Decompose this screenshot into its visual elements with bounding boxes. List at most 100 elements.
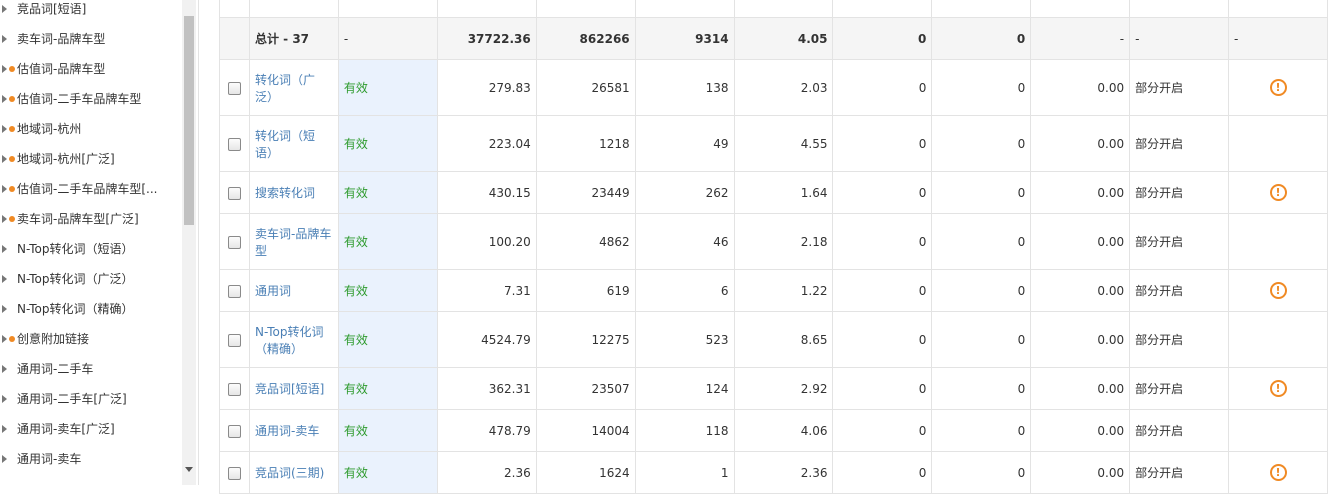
row-status: 有效 xyxy=(337,59,438,116)
row-checkbox-cell[interactable] xyxy=(219,171,250,214)
tree-item[interactable]: 估值词-二手车品牌车型[... xyxy=(0,174,182,204)
row-v5: 0 xyxy=(832,213,933,270)
row-checkbox-cell[interactable] xyxy=(219,213,250,270)
row-name-link[interactable]: 竞品词(三期) xyxy=(248,451,339,494)
expand-caret-icon[interactable] xyxy=(2,335,7,343)
checkbox-icon[interactable] xyxy=(227,466,241,480)
tree-item[interactable]: 地域词-杭州 xyxy=(0,114,182,144)
tree-item-label: 地域词-杭州[广泛] xyxy=(17,152,115,166)
row-v1: 4524.79 xyxy=(436,311,537,368)
checkbox-icon[interactable] xyxy=(227,186,241,200)
expand-caret-icon[interactable] xyxy=(2,215,7,223)
total-v6: 0 xyxy=(931,17,1032,60)
expand-caret-icon[interactable] xyxy=(2,245,7,253)
row-v1: 223.04 xyxy=(436,115,537,172)
expand-caret-icon[interactable] xyxy=(2,305,7,313)
warning-circle-icon[interactable]: ! xyxy=(1269,184,1287,201)
row-warning-cell: ! xyxy=(1228,451,1328,494)
tree-item[interactable]: 估值词-品牌车型 xyxy=(0,54,182,84)
row-checkbox-cell[interactable] xyxy=(219,451,250,494)
tree-item[interactable]: 竞品词[短语] xyxy=(0,0,182,24)
tree-item[interactable]: 通用词-二手车 xyxy=(0,354,182,384)
row-checkbox-cell[interactable] xyxy=(219,311,250,368)
row-name-link[interactable]: N-Top转化词（精确） xyxy=(248,311,339,368)
tree-item[interactable]: 通用词-二手车[广泛] xyxy=(0,384,182,414)
expand-caret-icon[interactable] xyxy=(2,125,7,133)
expand-caret-icon[interactable] xyxy=(2,275,7,283)
row-v8: 部分开启 xyxy=(1129,311,1229,368)
total-v5: 0 xyxy=(832,17,933,60)
row-name-link[interactable]: 转化词（短语） xyxy=(248,115,339,172)
tree-item-label: 卖车词-品牌车型[广泛] xyxy=(17,212,139,226)
expand-caret-icon[interactable] xyxy=(2,5,7,13)
checkbox-icon[interactable] xyxy=(227,424,241,438)
checkbox-icon[interactable] xyxy=(227,382,241,396)
tree-item-label: N-Top转化词（广泛） xyxy=(17,272,134,286)
tree-item[interactable]: 通用词-卖车[广泛] xyxy=(0,414,182,444)
expand-caret-icon[interactable] xyxy=(2,65,7,73)
row-name-link[interactable]: 竞品词[短语] xyxy=(248,367,339,410)
tree-item[interactable]: 卖车词-品牌车型[广泛] xyxy=(0,204,182,234)
row-v8: 部分开启 xyxy=(1129,213,1229,270)
tree-item-label: 通用词-二手车 xyxy=(17,362,94,376)
checkbox-icon[interactable] xyxy=(227,333,241,347)
checkbox-icon[interactable] xyxy=(227,81,241,95)
row-checkbox-cell[interactable] xyxy=(219,59,250,116)
row-status: 有效 xyxy=(337,171,438,214)
expand-caret-icon[interactable] xyxy=(2,95,7,103)
row-name-link[interactable]: 转化词（广泛） xyxy=(248,59,339,116)
warning-circle-icon[interactable]: ! xyxy=(1269,464,1287,481)
row-v2: 1218 xyxy=(535,115,636,172)
row-v4: 2.36 xyxy=(733,451,834,494)
tree-item[interactable]: N-Top转化词（短语） xyxy=(0,234,182,264)
tree-item-label: 通用词-二手车[广泛] xyxy=(17,392,127,406)
tree-item[interactable]: 估值词-二手车品牌车型 xyxy=(0,84,182,114)
row-name-link[interactable]: 卖车词-品牌车型 xyxy=(248,213,339,270)
table-row: 竞品词[短语] 有效 362.31 23507 124 2.92 0 0 0.00 部分开启! xyxy=(219,367,1328,410)
checkbox-icon[interactable] xyxy=(227,284,241,298)
row-v2: 4862 xyxy=(535,213,636,270)
expand-caret-icon[interactable] xyxy=(2,155,7,163)
row-name-link[interactable]: 通用词-卖车 xyxy=(248,409,339,452)
row-v1: 279.83 xyxy=(436,59,537,116)
checkbox-icon[interactable] xyxy=(227,235,241,249)
row-checkbox-cell[interactable] xyxy=(219,115,250,172)
tree-item[interactable]: 创意附加链接 xyxy=(0,324,182,354)
row-v5: 0 xyxy=(832,367,933,410)
table-row: 通用词-卖车 有效 478.79 14004 118 4.06 0 0 0.00 部分开启 xyxy=(219,409,1328,452)
total-v9: - xyxy=(1228,17,1328,60)
warning-circle-icon[interactable]: ! xyxy=(1269,380,1287,397)
row-name-link[interactable]: 搜索转化词 xyxy=(248,171,339,214)
expand-caret-icon[interactable] xyxy=(2,395,7,403)
scroll-down-arrow-icon[interactable] xyxy=(185,467,193,472)
tree-item[interactable]: N-Top转化词（广泛） xyxy=(0,264,182,294)
row-checkbox-cell[interactable] xyxy=(219,367,250,410)
row-v7: 0.00 xyxy=(1030,409,1131,452)
total-v4: 4.05 xyxy=(733,17,834,60)
status-dot-icon xyxy=(9,216,15,222)
tree-item[interactable]: 通用词-卖车 xyxy=(0,444,182,474)
expand-caret-icon[interactable] xyxy=(2,455,7,463)
table-row: 竞品词(三期) 有效 2.36 1624 1 2.36 0 0 0.00 部分开启! xyxy=(219,451,1328,494)
expand-caret-icon[interactable] xyxy=(2,365,7,373)
row-v8: 部分开启 xyxy=(1129,367,1229,410)
tree-item[interactable]: 卖车词-品牌车型 xyxy=(0,24,182,54)
checkbox-icon[interactable] xyxy=(227,137,241,151)
row-v7: 0.00 xyxy=(1030,59,1131,116)
expand-caret-icon[interactable] xyxy=(2,35,7,43)
row-status: 有效 xyxy=(337,367,438,410)
expand-caret-icon[interactable] xyxy=(2,185,7,193)
expand-caret-icon[interactable] xyxy=(2,425,7,433)
warning-circle-icon[interactable]: ! xyxy=(1269,79,1287,96)
tree-item-label: 地域词-杭州 xyxy=(17,122,82,136)
row-name-link[interactable]: 通用词 xyxy=(248,269,339,312)
row-warning-cell xyxy=(1228,115,1328,172)
tree-item[interactable]: N-Top转化词（精确） xyxy=(0,294,182,324)
row-checkbox-cell[interactable] xyxy=(219,269,250,312)
tree-item[interactable]: 地域词-杭州[广泛] xyxy=(0,144,182,174)
row-v3: 118 xyxy=(634,409,735,452)
row-checkbox-cell[interactable] xyxy=(219,409,250,452)
scrollbar-thumb[interactable] xyxy=(184,16,194,225)
warning-circle-icon[interactable]: ! xyxy=(1269,282,1287,299)
tree-scrollbar[interactable] xyxy=(182,0,196,485)
